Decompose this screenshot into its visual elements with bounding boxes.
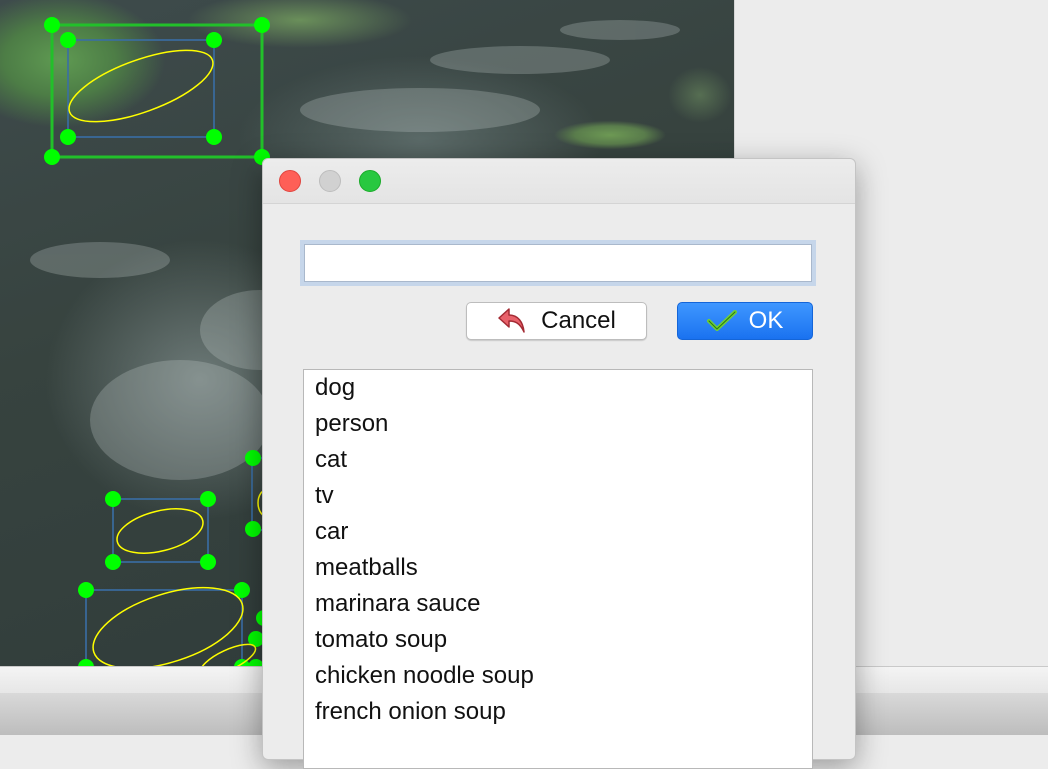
undo-arrow-icon (497, 306, 529, 336)
checkmark-icon (706, 310, 737, 332)
list-item[interactable]: tomato soup (304, 622, 812, 658)
list-item[interactable]: tv (304, 478, 812, 514)
maximize-window-button[interactable] (359, 170, 381, 192)
label-input[interactable] (304, 244, 812, 282)
list-item[interactable]: cat (304, 442, 812, 478)
cancel-button-label: Cancel (541, 307, 616, 334)
list-item[interactable]: meatballs (304, 550, 812, 586)
cancel-button[interactable]: Cancel (466, 302, 647, 340)
ok-button-label: OK (748, 307, 784, 334)
ok-button[interactable]: OK (677, 302, 813, 340)
shape-rect-bottom-small[interactable] (105, 491, 216, 570)
label-dialog: Cancel OK dog person cat tv car meatball… (262, 158, 856, 769)
close-window-button[interactable] (279, 170, 301, 192)
list-item[interactable]: marinara sauce (304, 586, 812, 622)
dialog-titlebar[interactable] (263, 159, 855, 204)
shape-rect-top-inner[interactable] (60, 32, 222, 145)
minimize-window-button[interactable] (319, 170, 341, 192)
list-item[interactable]: french onion soup (304, 694, 812, 730)
list-item[interactable]: car (304, 514, 812, 550)
list-item[interactable]: chicken noodle soup (304, 658, 812, 694)
list-item[interactable]: person (304, 406, 812, 442)
label-list[interactable]: dog person cat tv car meatballs marinara… (303, 369, 813, 769)
shape-rect-bottom-large[interactable] (78, 572, 272, 666)
list-item[interactable]: dog (304, 370, 812, 406)
